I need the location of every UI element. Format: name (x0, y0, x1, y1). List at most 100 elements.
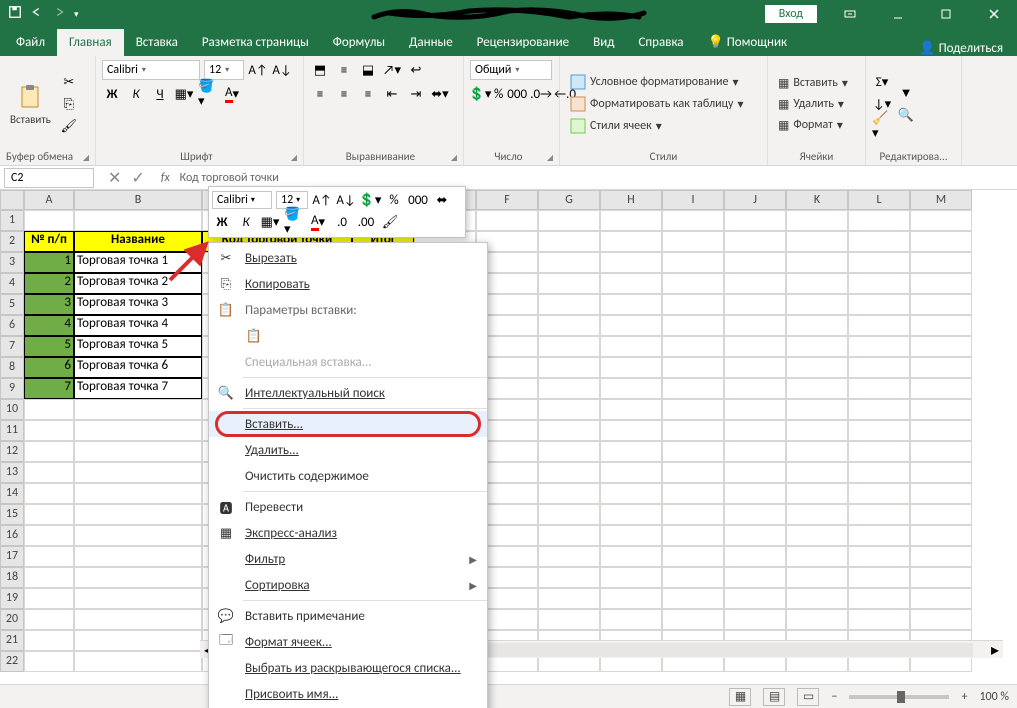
autosum-icon[interactable]: Σ▾ (872, 72, 892, 92)
cell[interactable] (848, 357, 910, 378)
cell[interactable] (538, 378, 600, 399)
cell[interactable] (74, 483, 202, 504)
cell[interactable] (24, 420, 74, 441)
ctx-define-name[interactable]: Присвоить имя... (209, 681, 487, 707)
mini-shrink-icon[interactable]: A↓ (336, 190, 356, 210)
ribbon-options-icon[interactable] (827, 0, 873, 28)
cell[interactable] (24, 588, 74, 609)
ctx-filter[interactable]: Фильтр▶ (209, 546, 487, 572)
cell[interactable] (910, 336, 972, 357)
cell[interactable] (538, 525, 600, 546)
cell[interactable]: Торговая точка 6 (74, 357, 202, 378)
font-size-combo[interactable]: 12▾ (204, 60, 244, 80)
cell[interactable] (724, 357, 786, 378)
cell[interactable] (724, 399, 786, 420)
select-all-corner[interactable] (0, 190, 24, 210)
mini-dec-dec-icon[interactable]: .00 (356, 212, 376, 232)
cell[interactable] (662, 210, 724, 231)
cell[interactable] (786, 210, 848, 231)
ctx-clear[interactable]: Очистить содержимое (209, 463, 487, 489)
find-icon[interactable]: 🔍 (896, 105, 916, 125)
cell[interactable] (724, 441, 786, 462)
cell[interactable] (724, 336, 786, 357)
cell[interactable] (24, 525, 74, 546)
cell[interactable] (910, 567, 972, 588)
align-middle-icon[interactable]: ≡ (334, 60, 354, 80)
cell[interactable] (24, 462, 74, 483)
tab-layout[interactable]: Разметка страницы (190, 29, 321, 56)
cell[interactable]: 3 (24, 294, 74, 315)
cell[interactable] (600, 294, 662, 315)
cell[interactable] (724, 294, 786, 315)
dialog-launcher-icon[interactable]: ◢ (83, 153, 89, 163)
cell[interactable] (74, 462, 202, 483)
cell[interactable] (74, 525, 202, 546)
view-pagebreak-icon[interactable]: ▭ (797, 688, 819, 706)
column-header[interactable]: F (476, 190, 538, 210)
cell[interactable] (538, 420, 600, 441)
merge-icon[interactable]: ⬌▾ (430, 84, 450, 104)
cell[interactable] (538, 609, 600, 630)
cell[interactable] (910, 294, 972, 315)
cell[interactable] (662, 252, 724, 273)
indent-left-icon[interactable]: ⇤ (382, 84, 402, 104)
column-header[interactable]: J (724, 190, 786, 210)
row-header[interactable]: 14 (0, 483, 24, 504)
cell[interactable] (786, 378, 848, 399)
cell[interactable] (600, 357, 662, 378)
mini-border-icon[interactable]: ▦▾ (260, 212, 280, 232)
tab-view[interactable]: Вид (581, 29, 626, 56)
close-icon[interactable] (971, 0, 1017, 28)
column-header[interactable]: M (910, 190, 972, 210)
conditional-format-button[interactable]: Условное форматирование ▾ (566, 73, 748, 91)
mini-grow-icon[interactable]: A↑ (312, 190, 332, 210)
cell[interactable] (24, 441, 74, 462)
row-header[interactable]: 5 (0, 294, 24, 315)
ctx-pick-dropdown[interactable]: Выбрать из раскрывающегося списка... (209, 655, 487, 681)
font-color-icon[interactable]: A▾ (222, 84, 242, 104)
cell[interactable] (848, 504, 910, 525)
cell[interactable] (910, 210, 972, 231)
mini-percent-icon[interactable]: % (384, 190, 404, 210)
column-header[interactable]: L (848, 190, 910, 210)
row-header[interactable]: 9 (0, 378, 24, 399)
cell[interactable] (662, 420, 724, 441)
cell[interactable] (74, 546, 202, 567)
row-header[interactable]: 8 (0, 357, 24, 378)
cell[interactable] (910, 588, 972, 609)
ctx-sort[interactable]: Сортировка▶ (209, 572, 487, 598)
column-header[interactable]: K (786, 190, 848, 210)
sort-filter-icon[interactable]: ▼ (896, 83, 916, 103)
cell[interactable] (74, 651, 202, 672)
border-icon[interactable]: ▦▾ (174, 84, 194, 104)
cell[interactable] (24, 483, 74, 504)
zoom-slider[interactable] (849, 695, 949, 699)
cell[interactable] (538, 336, 600, 357)
cell[interactable] (848, 273, 910, 294)
format-as-table-button[interactable]: Форматировать как таблицу ▾ (566, 95, 748, 113)
insert-cells-button[interactable]: ▦ Вставить ▾ (774, 75, 852, 92)
cell[interactable] (848, 252, 910, 273)
cell[interactable] (662, 357, 724, 378)
cell[interactable] (538, 504, 600, 525)
align-right-icon[interactable]: ≡ (358, 84, 378, 104)
cell[interactable] (538, 567, 600, 588)
cell[interactable] (600, 336, 662, 357)
cell[interactable]: Торговая точка 1 (74, 252, 202, 273)
cell[interactable] (600, 420, 662, 441)
row-header[interactable]: 10 (0, 399, 24, 420)
cell[interactable] (538, 462, 600, 483)
dialog-launcher-icon[interactable]: ◢ (291, 153, 297, 163)
cell[interactable] (786, 357, 848, 378)
cell[interactable] (724, 315, 786, 336)
mini-comma-icon[interactable]: 000 (408, 190, 428, 210)
ctx-cut[interactable]: ✂Вырезать (209, 245, 487, 271)
maximize-icon[interactable] (923, 0, 969, 28)
cell[interactable] (662, 273, 724, 294)
cell[interactable] (848, 315, 910, 336)
cell[interactable] (74, 420, 202, 441)
cell[interactable] (848, 462, 910, 483)
column-header[interactable]: H (600, 190, 662, 210)
cell[interactable] (786, 588, 848, 609)
font-name-combo[interactable]: Calibri▾ (102, 60, 200, 80)
